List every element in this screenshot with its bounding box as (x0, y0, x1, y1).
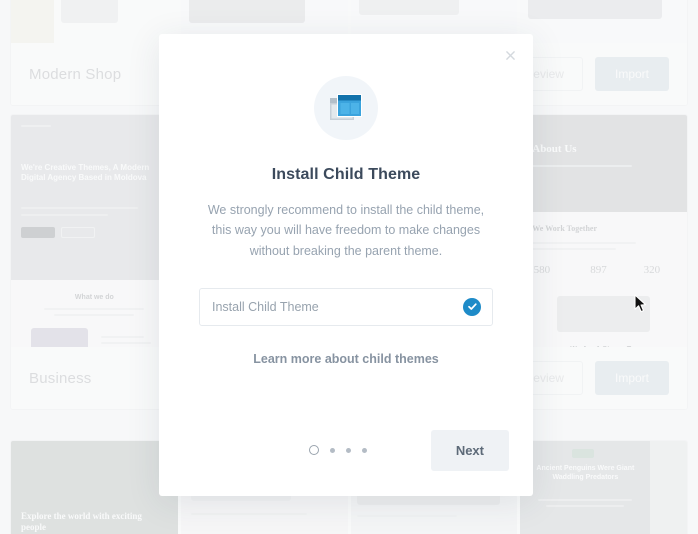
section-title: About Us (532, 143, 577, 155)
modal-body: Install Child Theme We strongly recommen… (159, 34, 533, 368)
field-label: Install Child Theme (212, 299, 319, 314)
step-dot-2[interactable] (330, 447, 335, 453)
page-title: Install Child Theme (271, 166, 421, 183)
check-circle-icon[interactable] (463, 297, 481, 316)
step-indicator (309, 445, 367, 455)
learn-more-link[interactable]: Learn more about child themes (253, 352, 438, 366)
modal-description: We strongly recommend to install the chi… (207, 203, 485, 258)
install-child-theme-modal: Install Child Theme We strongly recommen… (159, 34, 533, 496)
step-dot-1[interactable] (309, 445, 319, 455)
next-button[interactable]: Next (430, 429, 509, 471)
stat-value: 320 (643, 264, 661, 277)
import-button[interactable]: Import (594, 57, 669, 91)
stat-value: 580 (533, 264, 551, 277)
section-subtitle: What we do (74, 293, 114, 301)
import-button[interactable]: Import (594, 361, 669, 395)
modal-footer: Next (159, 404, 533, 496)
hero-headline: Explore the world with exciting people (21, 511, 142, 533)
stat-value: 897 (590, 264, 607, 277)
step-dot-4[interactable] (362, 447, 367, 453)
install-child-theme-field[interactable]: Install Child Theme (199, 287, 493, 326)
article-title: Ancient Penguins Were Giant Waddling Pre… (536, 465, 635, 481)
theme-title: Business (29, 369, 92, 387)
theme-thumbnail: Explore the world with exciting people (11, 441, 178, 534)
theme-thumbnail: Ancient Penguins Were Giant Waddling Pre… (520, 441, 687, 534)
theme-title: Modern Shop (29, 65, 122, 83)
theme-importer-screen: Modern Shop Preview Import We're Creativ… (0, 0, 698, 534)
step-dot-3[interactable] (346, 447, 351, 453)
child-theme-window-icon (314, 76, 378, 140)
hero-headline: We're Creative Themes, A Modern Digital … (21, 163, 150, 182)
section-subtitle: We Work Together (532, 224, 597, 234)
